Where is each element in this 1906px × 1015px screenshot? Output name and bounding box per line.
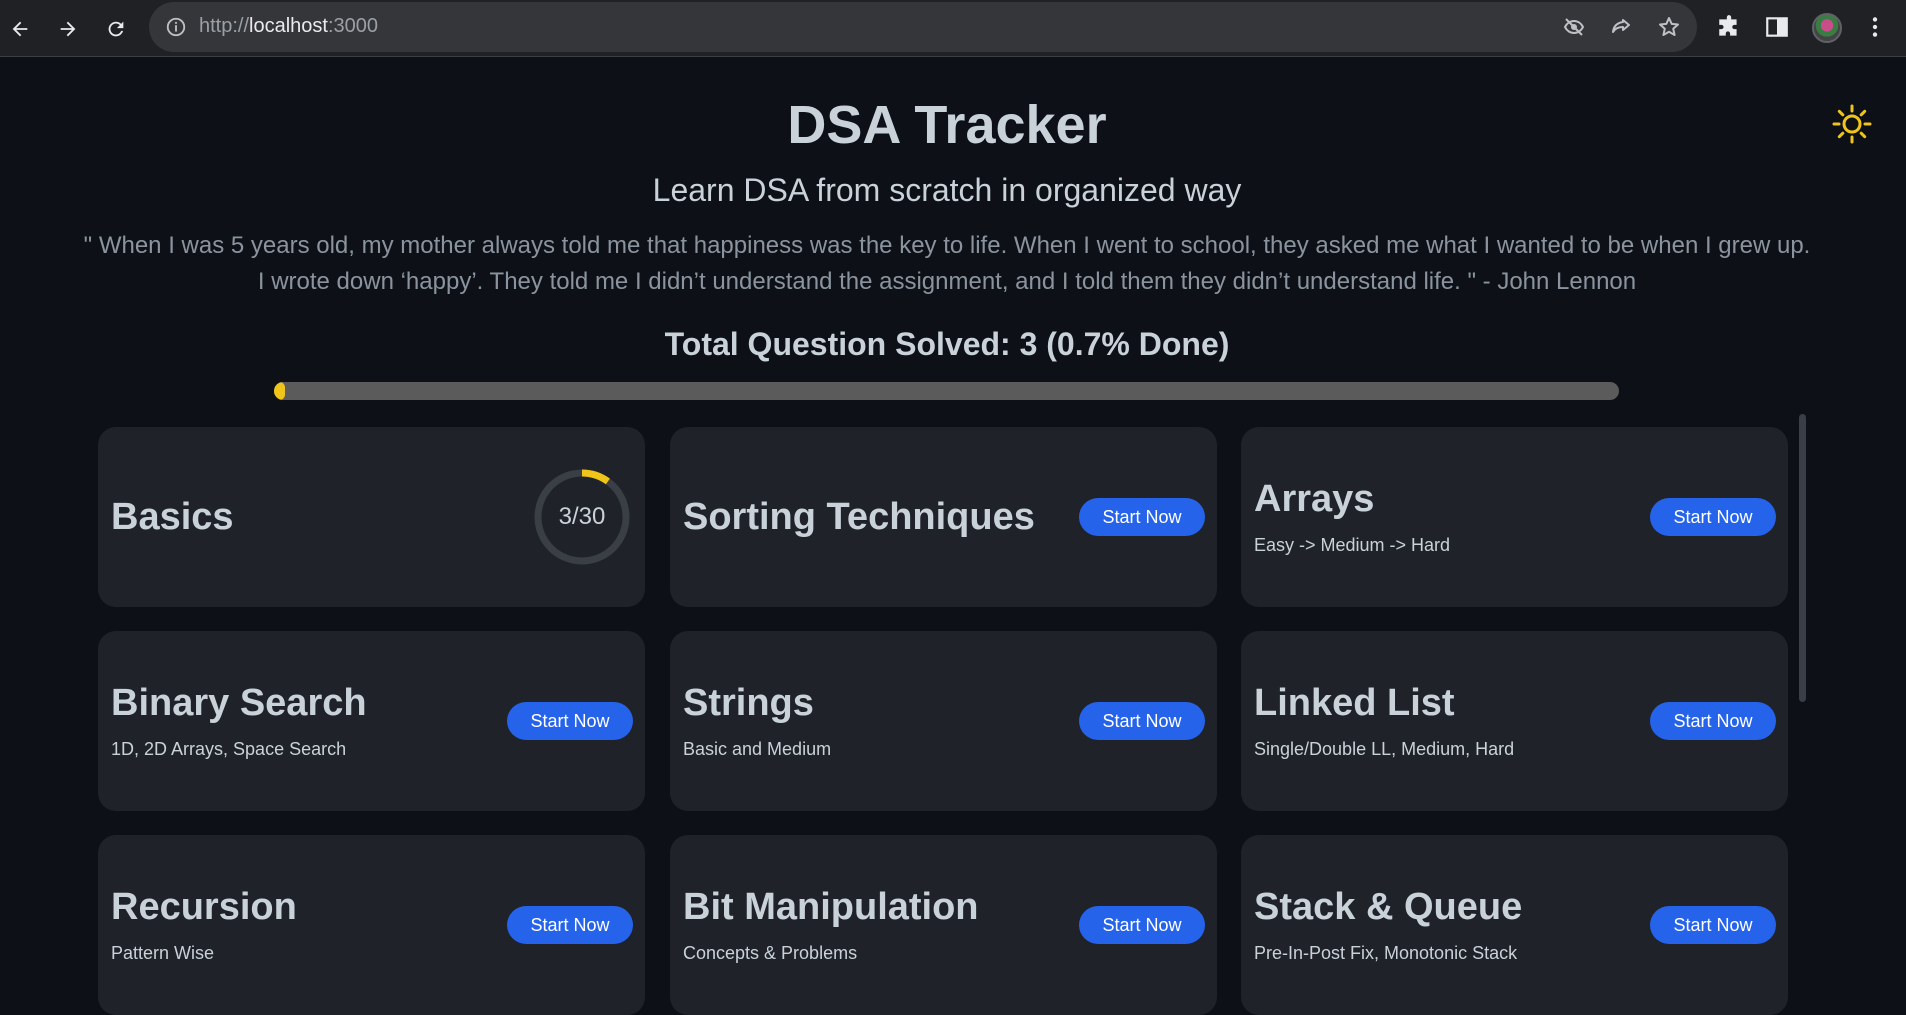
- progress-ring-label: 3/30: [558, 503, 606, 530]
- start-now-button[interactable]: Start Now: [1650, 498, 1776, 536]
- card-text: Bit Manipulation Concepts & Problems: [683, 835, 979, 1015]
- url-port: :3000: [327, 15, 379, 37]
- topic-card-bit-manipulation[interactable]: Bit Manipulation Concepts & Problems Sta…: [670, 835, 1217, 1015]
- scrollbar-thumb[interactable]: [1799, 414, 1806, 702]
- card-text: Basics: [111, 427, 234, 607]
- topic-title: Binary Search: [111, 682, 367, 724]
- topic-subtitle: Single/Double LL, Medium, Hard: [1254, 739, 1515, 759]
- topic-card-strings[interactable]: Strings Basic and Medium Start Now: [670, 631, 1217, 811]
- arrow-left-icon: [12, 21, 28, 37]
- address-bar[interactable]: http://localhost:3000: [149, 2, 1697, 52]
- start-now-button[interactable]: Start Now: [1079, 906, 1205, 944]
- topic-title: Basics: [111, 495, 234, 538]
- topic-card-binary-search[interactable]: Binary Search 1D, 2D Arrays, Space Searc…: [98, 631, 645, 811]
- start-now-button[interactable]: Start Now: [1079, 702, 1205, 740]
- url-text[interactable]: http://localhost:3000: [199, 15, 378, 38]
- topic-card-stack-queue[interactable]: Stack & Queue Pre-In-Post Fix, Monotonic…: [1241, 835, 1788, 1015]
- topic-card-sorting[interactable]: Sorting Techniques Start Now: [670, 427, 1217, 607]
- card-text: Linked List Single/Double LL, Medium, Ha…: [1254, 631, 1514, 811]
- card-text: Binary Search 1D, 2D Arrays, Space Searc…: [111, 631, 367, 811]
- topic-subtitle: Basic and Medium: [683, 739, 832, 759]
- topic-subtitle: Concepts & Problems: [683, 943, 858, 963]
- topic-subtitle: Pattern Wise: [111, 943, 215, 963]
- topic-card-linked-list[interactable]: Linked List Single/Double LL, Medium, Ha…: [1241, 631, 1788, 811]
- kebab-menu-icon[interactable]: [1862, 14, 1888, 40]
- start-now-button[interactable]: Start Now: [507, 906, 633, 944]
- puzzle-icon[interactable]: [1716, 14, 1742, 40]
- card-text: Stack & Queue Pre-In-Post Fix, Monotonic…: [1254, 835, 1522, 1015]
- page-title: DSA Tracker: [787, 95, 1107, 155]
- topic-title: Arrays: [1254, 478, 1375, 520]
- quote: " When I was 5 years old, my mother alwa…: [80, 228, 1814, 300]
- arrow-right-icon: [60, 21, 76, 37]
- url-scheme: http://: [199, 15, 250, 37]
- card-text: Strings Basic and Medium: [683, 631, 831, 811]
- avatar[interactable]: [1812, 13, 1842, 43]
- topic-card-basics[interactable]: Basics 3/30: [98, 427, 645, 607]
- quote-line-1: " When I was 5 years old, my mother alwa…: [83, 232, 1811, 259]
- topic-title: Strings: [683, 682, 814, 724]
- start-now-button[interactable]: Start Now: [1079, 498, 1205, 536]
- card-text: Recursion Pattern Wise: [111, 835, 297, 1015]
- quote-line-2: I wrote down ‘happy’. They told me I did…: [257, 268, 1637, 295]
- topic-card-arrays[interactable]: Arrays Easy -> Medium -> Hard Start Now: [1241, 427, 1788, 607]
- topic-subtitle: Pre-In-Post Fix, Monotonic Stack: [1254, 943, 1518, 963]
- topic-title: Bit Manipulation: [683, 886, 979, 928]
- progress-bar-fill: [274, 382, 285, 400]
- info-icon[interactable]: [165, 16, 187, 38]
- page-subtitle: Learn DSA from scratch in organized way: [652, 172, 1242, 208]
- topic-subtitle: Easy -> Medium -> Hard: [1254, 535, 1451, 555]
- progress-summary: Total Question Solved: 3 (0.7% Done): [664, 326, 1230, 362]
- url-host: localhost: [249, 15, 328, 37]
- reload-icon: [108, 21, 124, 37]
- reload-button[interactable]: [98, 11, 134, 47]
- forward-button[interactable]: [50, 11, 86, 47]
- topic-title: Sorting Techniques: [683, 495, 1035, 538]
- topic-card-recursion[interactable]: Recursion Pattern Wise Start Now: [98, 835, 645, 1015]
- card-text: Sorting Techniques: [683, 427, 1035, 607]
- start-now-button[interactable]: Start Now: [1650, 906, 1776, 944]
- start-now-button[interactable]: Start Now: [507, 702, 633, 740]
- start-now-button[interactable]: Start Now: [1650, 702, 1776, 740]
- browser-toolbar: http://localhost:3000: [0, 0, 1906, 57]
- back-button[interactable]: [2, 11, 38, 47]
- topic-subtitle: 1D, 2D Arrays, Space Search: [111, 739, 347, 759]
- progress-bar: [274, 382, 1619, 400]
- topic-title: Linked List: [1254, 682, 1455, 724]
- topic-title: Recursion: [111, 886, 297, 928]
- share-icon[interactable]: [1609, 15, 1633, 39]
- star-icon[interactable]: [1657, 15, 1681, 39]
- side-panel-icon[interactable]: [1764, 14, 1790, 40]
- card-text: Arrays Easy -> Medium -> Hard: [1254, 427, 1450, 607]
- eye-off-icon[interactable]: [1562, 15, 1586, 39]
- topic-title: Stack & Queue: [1254, 886, 1523, 928]
